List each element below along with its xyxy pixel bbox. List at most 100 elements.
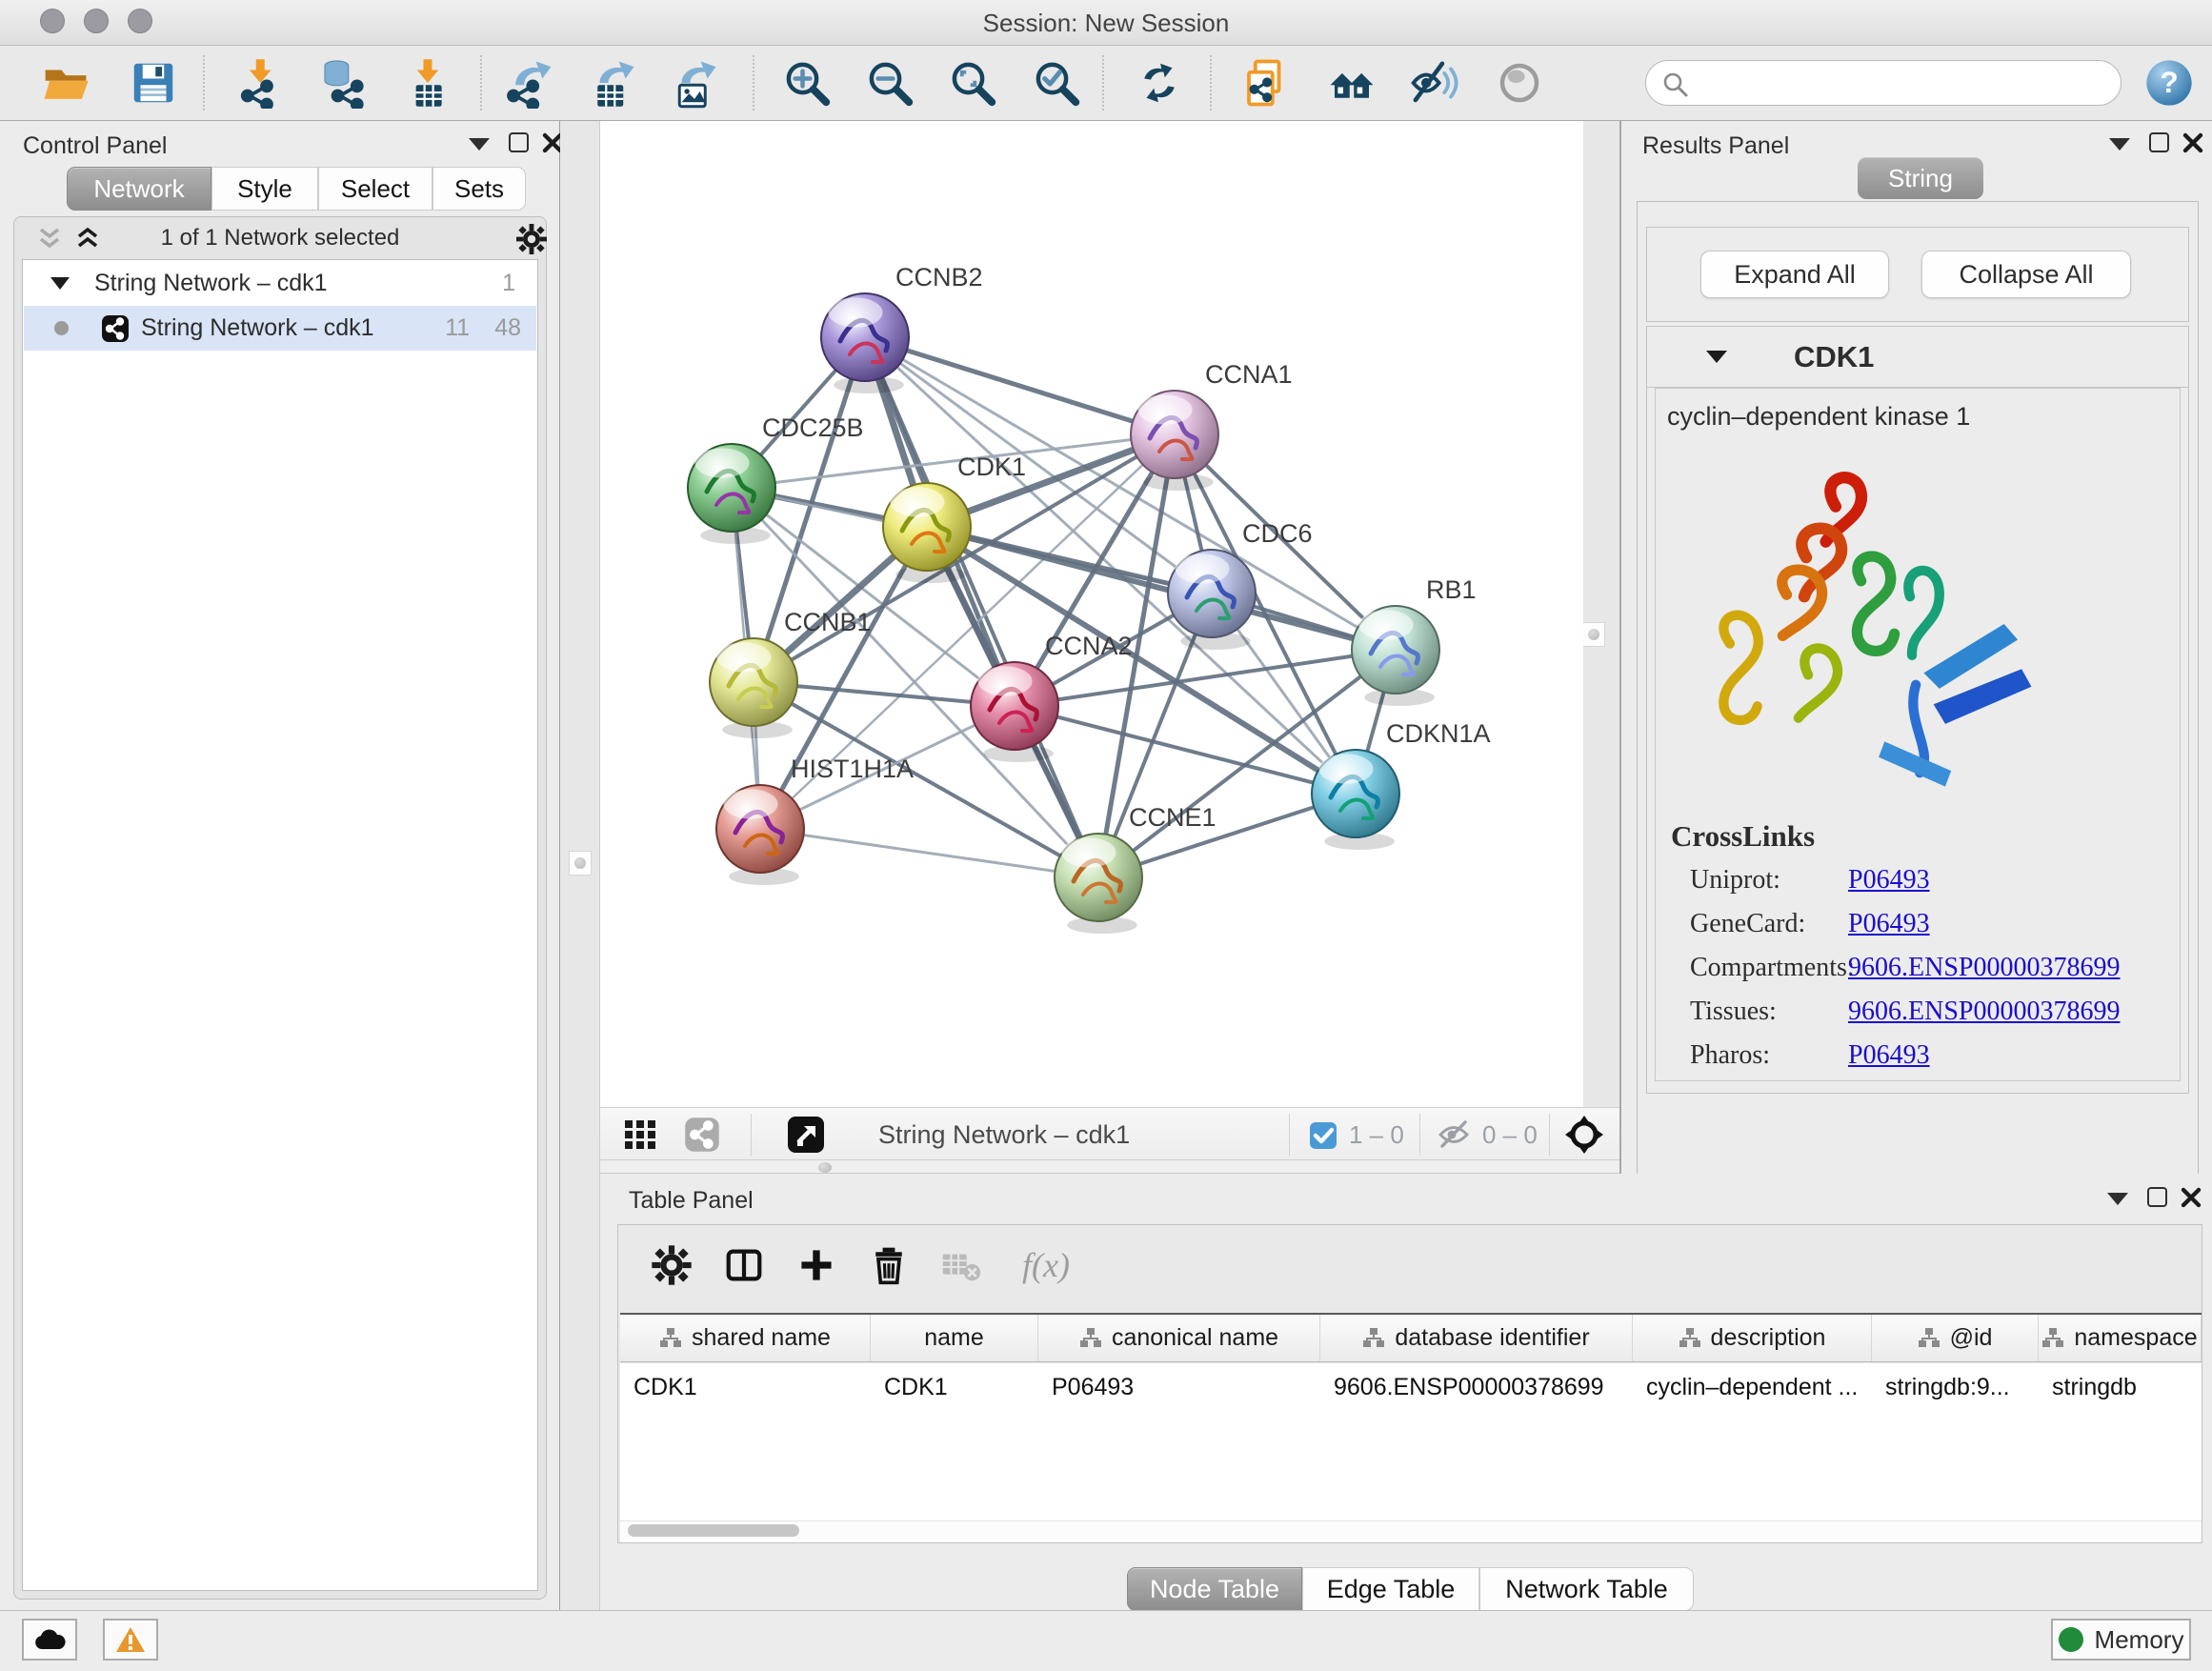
tab-sets[interactable]: Sets <box>432 167 526 211</box>
zoom-in-icon[interactable] <box>779 55 835 111</box>
cell-name[interactable]: CDK1 <box>871 1363 1038 1411</box>
zoom-fit-content-icon[interactable] <box>945 55 1000 111</box>
table-panel-title: Table Panel <box>629 1187 754 1215</box>
export-table-icon[interactable] <box>585 55 640 111</box>
expand-all-button[interactable]: Expand All <box>1700 251 1889 298</box>
center-view-crosshair-icon[interactable] <box>1564 1115 1604 1155</box>
network-canvas[interactable]: CCNB2CCNA1CDC25BCDK1CDC6RB1CCNB1CCNA2CDK… <box>600 121 1583 1107</box>
control-panel-float-icon[interactable] <box>509 132 529 152</box>
control-panel-menu-icon[interactable] <box>469 138 490 151</box>
network-column-icon <box>1362 1327 1385 1350</box>
collapse-all-button[interactable]: Collapse All <box>1921 251 2131 298</box>
network-collection-row[interactable]: String Network – cdk1 1 <box>24 261 536 306</box>
column-header-name[interactable]: name <box>871 1315 1038 1361</box>
cloud-button[interactable] <box>22 1619 77 1661</box>
crosslink-link[interactable]: P06493 <box>1848 909 1930 939</box>
column-header-database-identifier[interactable]: database identifier <box>1320 1315 1633 1361</box>
crosslink-link[interactable]: 9606.ENSP00000378699 <box>1848 953 2120 983</box>
hide-panels-icon[interactable] <box>1406 55 1461 111</box>
column-header-shared-name[interactable]: shared name <box>620 1315 871 1361</box>
tab-select[interactable]: Select <box>318 167 432 211</box>
node-CDKN1A[interactable]: CDKN1A <box>1312 719 1491 850</box>
open-in-window-icon[interactable] <box>787 1116 825 1154</box>
export-image-icon[interactable] <box>667 55 722 111</box>
horizontal-scrollbar[interactable] <box>620 1520 2202 1540</box>
crosslink-link[interactable]: P06493 <box>1848 865 1930 896</box>
cell-@id[interactable]: stringdb:9... <box>1872 1363 2039 1411</box>
warnings-button[interactable] <box>103 1619 158 1661</box>
node-HIST1H1A[interactable]: HIST1H1A <box>716 755 914 885</box>
node-CCNA2[interactable]: CCNA2 <box>971 632 1133 762</box>
crosslink-link[interactable]: P06493 <box>1848 1040 1930 1071</box>
network-graph[interactable]: CCNB2CCNA1CDC25BCDK1CDC6RB1CCNB1CCNA2CDK… <box>600 121 1583 1107</box>
zoom-out-icon[interactable] <box>862 55 917 111</box>
edge-CCNB2-CCNE1[interactable] <box>865 337 1098 877</box>
open-session-icon[interactable] <box>38 55 93 111</box>
edge-CDK1-RB1[interactable] <box>927 527 1396 650</box>
collection-expand-icon[interactable] <box>50 277 70 290</box>
network-view-toolbar: String Network – cdk1 1 – 0 0 – 0 <box>600 1107 1619 1160</box>
cell-shared-name[interactable]: CDK1 <box>620 1363 871 1411</box>
add-column-icon[interactable] <box>786 1235 847 1296</box>
import-table-from-file-icon[interactable] <box>400 55 455 111</box>
tab-network[interactable]: Network <box>67 167 211 211</box>
node-RB1[interactable]: RB1 <box>1352 575 1477 706</box>
left-splitter-grip[interactable] <box>569 851 592 876</box>
function-builder-icon: f(x) <box>1003 1235 1089 1296</box>
memory-button[interactable]: Memory <box>2051 1619 2191 1661</box>
right-splitter[interactable] <box>1583 121 1619 1107</box>
column-header-@id[interactable]: @id <box>1872 1315 2039 1361</box>
network-options-gear-icon[interactable] <box>515 223 548 255</box>
node-CDC6[interactable]: CDC6 <box>1168 519 1313 650</box>
node-CDC25B[interactable]: CDC25B <box>688 413 864 544</box>
tab-node-table[interactable]: Node Table <box>1127 1567 1302 1611</box>
tab-style[interactable]: Style <box>211 167 318 211</box>
results-panel-float-icon[interactable] <box>2149 132 2169 152</box>
zoom-selected-icon[interactable] <box>1029 55 1084 111</box>
table-splitter-grip[interactable] <box>817 1162 833 1173</box>
column-header-namespace[interactable]: namespace <box>2039 1315 2202 1361</box>
selected-checkbox-icon[interactable] <box>1309 1121 1337 1150</box>
tab-network-table[interactable]: Network Table <box>1479 1567 1694 1611</box>
import-network-from-database-icon[interactable] <box>314 55 370 111</box>
cell-canonical-name[interactable]: P06493 <box>1038 1363 1320 1411</box>
crosslink-link[interactable]: 9606.ENSP00000378699 <box>1848 997 2120 1027</box>
export-network-icon[interactable] <box>503 55 558 111</box>
cell-database-identifier[interactable]: 9606.ENSP00000378699 <box>1320 1363 1633 1411</box>
results-panel-menu-icon[interactable] <box>2109 138 2130 151</box>
scrollbar-thumb[interactable] <box>628 1524 799 1537</box>
column-header-canonical-name[interactable]: canonical name <box>1038 1315 1320 1361</box>
save-session-icon[interactable] <box>126 55 181 111</box>
table-panel-float-icon[interactable] <box>2147 1187 2167 1207</box>
right-splitter-grip[interactable] <box>1582 622 1605 647</box>
show-columns-icon[interactable] <box>714 1235 774 1296</box>
network-overview-icon[interactable] <box>1324 55 1379 111</box>
table-panel-menu-icon[interactable] <box>2107 1193 2128 1205</box>
string-network-icon <box>101 314 130 343</box>
edge-HIST1H1A-CCNE1[interactable] <box>760 829 1098 877</box>
table-options-gear-icon[interactable] <box>641 1235 702 1296</box>
show-panels-icon[interactable] <box>1492 55 1547 111</box>
edge-CCNB2-CCNA1[interactable] <box>865 337 1175 434</box>
refresh-view-icon[interactable] <box>1132 55 1187 111</box>
cell-description[interactable]: cyclin–dependent ... <box>1633 1363 1872 1411</box>
search-input[interactable] <box>1699 65 2109 101</box>
string-view-icon[interactable] <box>684 1117 720 1153</box>
node-CCNE1[interactable]: CCNE1 <box>1055 803 1217 934</box>
cell-namespace[interactable]: stringdb <box>2039 1363 2202 1411</box>
delete-column-icon[interactable] <box>858 1235 919 1296</box>
import-network-from-file-icon[interactable] <box>231 55 286 111</box>
gene-section-header[interactable]: CDK1 <box>1647 327 2188 388</box>
column-header-description[interactable]: description <box>1633 1315 1872 1361</box>
table-panel-close-icon[interactable] <box>2180 1186 2202 1209</box>
gene-collapse-icon[interactable] <box>1706 351 1727 363</box>
tab-string[interactable]: String <box>1858 157 1983 199</box>
birds-eye-grid-icon[interactable] <box>623 1118 657 1151</box>
tab-edge-table[interactable]: Edge Table <box>1302 1567 1479 1611</box>
table-row[interactable]: CDK1CDK1P064939606.ENSP00000378699cyclin… <box>620 1363 2202 1411</box>
duplicate-network-icon[interactable] <box>1238 55 1294 111</box>
results-panel-close-icon[interactable] <box>2182 131 2204 154</box>
network-row[interactable]: String Network – cdk1 11 48 <box>24 306 536 351</box>
help-icon[interactable]: ? <box>2142 55 2197 111</box>
node-CCNB2[interactable]: CCNB2 <box>821 263 983 393</box>
